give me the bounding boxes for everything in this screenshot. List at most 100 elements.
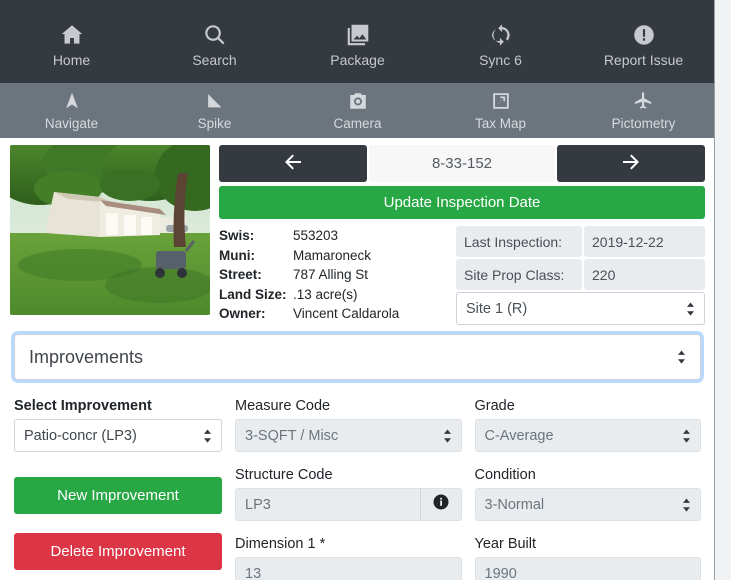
nav-label: Tax Map xyxy=(474,116,527,132)
property-field: Muni: Mamaroneck xyxy=(219,246,447,266)
property-field-label: Swis: xyxy=(219,228,255,243)
site-prop-class-row: Site Prop Class: 220 xyxy=(456,259,705,290)
structure-code-info-button[interactable] xyxy=(419,488,462,522)
form-column-left: Select Improvement Patio-concr (LP3) New… xyxy=(14,397,222,580)
property-field-value: Mamaroneck xyxy=(293,247,372,263)
measure-code-label: Measure Code xyxy=(235,398,331,414)
property-field-value: 553203 xyxy=(293,228,339,243)
chevron-updown-icon xyxy=(443,429,452,443)
section-select-wrapper: Improvements xyxy=(0,325,714,380)
section-select-value: Improvements xyxy=(29,346,144,367)
select-improvement-value: Patio-concr (LP3) xyxy=(24,427,137,444)
external-link-icon xyxy=(490,90,512,112)
set-square-icon xyxy=(204,90,226,112)
nav-item-home[interactable]: Home xyxy=(0,0,143,83)
structure-code-input[interactable]: LP3 xyxy=(235,488,420,522)
grade-dropdown[interactable]: C-Average xyxy=(474,419,701,453)
property-field-value: 787 Alling St xyxy=(293,267,369,282)
condition-value: 3-Normal xyxy=(484,496,545,513)
property-field-value: Vincent Caldarola xyxy=(293,306,400,321)
search-icon xyxy=(202,22,228,48)
section-select-dropdown[interactable]: Improvements xyxy=(14,334,701,380)
structure-code-group: LP3 xyxy=(235,488,462,522)
previous-parcel-button[interactable] xyxy=(219,145,367,182)
dimension-1-value: 13 xyxy=(245,565,262,580)
nav-item-navigate[interactable]: Navigate xyxy=(0,83,143,138)
property-field: Land Size: .13 acre(s) xyxy=(219,285,447,305)
chevron-updown-icon xyxy=(682,498,691,512)
nav-item-pictometry[interactable]: Pictometry xyxy=(572,83,714,138)
select-improvement-label: Select Improvement xyxy=(14,398,152,414)
dimension-1-input[interactable]: 13 xyxy=(235,557,462,580)
nav-label: Report Issue xyxy=(603,52,684,68)
nav-item-spike[interactable]: Spike xyxy=(143,83,286,138)
property-field-label: Street: xyxy=(219,267,262,282)
improvement-form: Select Improvement Patio-concr (LP3) New… xyxy=(0,380,714,580)
nav-item-tax-map[interactable]: Tax Map xyxy=(429,83,572,138)
property-field: Street: 787 Alling St xyxy=(219,265,447,285)
measure-code-value: 3-SQFT / Misc xyxy=(245,427,339,444)
property-field-list: Swis: 553203 Muni: Mamaroneck Street: 78… xyxy=(219,226,447,325)
grade-label: Grade xyxy=(474,398,515,414)
app-viewport: Home Search Package Sync 6 Report Issue … xyxy=(0,0,715,580)
grade-value: C-Average xyxy=(484,427,554,444)
airplane-icon xyxy=(633,90,655,112)
alert-circle-icon xyxy=(631,22,657,48)
nav-label: Package xyxy=(330,52,385,68)
form-column-right: Grade C-Average Condition 3-Normal Year … xyxy=(474,397,702,580)
site-select-value: Site 1 (R) xyxy=(466,300,528,317)
property-field: Owner: Vincent Caldarola xyxy=(219,304,447,324)
arrow-left-icon xyxy=(281,150,305,177)
parcel-id-display[interactable]: 8-33-152 xyxy=(369,145,555,182)
secondary-navbar: Navigate Spike Camera Tax Map Pictometry xyxy=(0,83,714,138)
property-status-panel: Last Inspection: 2019-12-22 Site Prop Cl… xyxy=(456,226,705,325)
camera-icon xyxy=(347,90,369,112)
property-photo[interactable] xyxy=(10,145,210,315)
home-icon xyxy=(59,22,85,48)
navigation-arrow-icon xyxy=(61,90,83,112)
arrow-right-icon xyxy=(619,150,643,177)
page-scrollbar-track[interactable] xyxy=(715,0,731,580)
year-built-label: Year Built xyxy=(474,536,537,553)
new-improvement-button[interactable]: New Improvement xyxy=(14,477,222,515)
package-photos-icon xyxy=(345,22,371,48)
parcel-nav-row: 8-33-152 xyxy=(219,145,705,182)
nav-label: Spike xyxy=(197,116,232,132)
nav-item-camera[interactable]: Camera xyxy=(286,83,429,138)
site-prop-class-value: 220 xyxy=(584,259,705,290)
property-photo-image xyxy=(10,145,210,315)
property-field-label: Owner: xyxy=(219,306,266,321)
structure-code-label: Structure Code xyxy=(235,467,333,484)
select-improvement-dropdown[interactable]: Patio-concr (LP3) xyxy=(14,419,222,453)
property-info-row: Swis: 553203 Muni: Mamaroneck Street: 78… xyxy=(219,226,705,325)
nav-item-sync[interactable]: Sync 6 xyxy=(429,0,572,83)
measure-code-dropdown[interactable]: 3-SQFT / Misc xyxy=(235,419,462,453)
chevron-updown-icon xyxy=(682,429,691,443)
nav-item-package[interactable]: Package xyxy=(286,0,429,83)
next-parcel-button[interactable] xyxy=(557,145,705,182)
condition-dropdown[interactable]: 3-Normal xyxy=(474,488,701,522)
site-prop-class-label: Site Prop Class: xyxy=(456,259,582,290)
condition-label: Condition xyxy=(474,467,536,484)
app-screen: Home Search Package Sync 6 Report Issue … xyxy=(0,0,731,580)
content-area: 8-33-152 Update Inspection Date Swis: 55… xyxy=(0,138,714,580)
chevron-updown-icon xyxy=(677,350,686,364)
site-select-dropdown[interactable]: Site 1 (R) xyxy=(456,292,705,325)
year-built-input[interactable]: 1990 xyxy=(474,557,701,580)
property-field-label: Muni: xyxy=(219,247,255,263)
property-field-label: Land Size: xyxy=(219,286,287,302)
property-details: 8-33-152 Update Inspection Date Swis: 55… xyxy=(219,145,705,325)
delete-improvement-button[interactable]: Delete Improvement xyxy=(14,533,222,571)
last-inspection-label: Last Inspection: xyxy=(456,226,582,257)
chevron-updown-icon xyxy=(686,301,695,316)
last-inspection-row: Last Inspection: 2019-12-22 xyxy=(456,226,705,257)
update-inspection-date-button[interactable]: Update Inspection Date xyxy=(219,186,705,219)
nav-item-search[interactable]: Search xyxy=(143,0,286,83)
nav-item-report-issue[interactable]: Report Issue xyxy=(572,0,714,83)
nav-label: Home xyxy=(52,52,91,68)
structure-code-value: LP3 xyxy=(245,496,271,513)
